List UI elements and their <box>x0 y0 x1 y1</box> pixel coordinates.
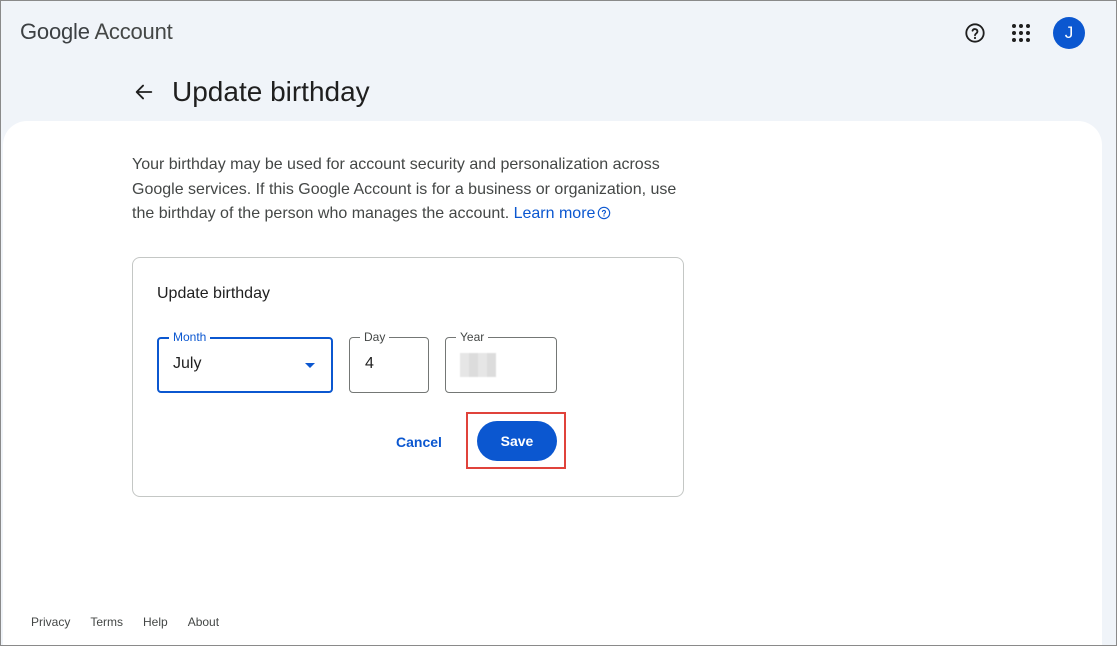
page-title: Update birthday <box>172 76 370 107</box>
description: Your birthday may be used for account se… <box>132 153 692 227</box>
month-value: July <box>173 355 202 372</box>
footer-terms-link[interactable]: Terms <box>90 615 123 629</box>
footer-about-link[interactable]: About <box>188 615 219 629</box>
day-value: 4 <box>365 355 374 372</box>
month-select[interactable]: Month July <box>157 330 333 393</box>
dropdown-arrow-icon <box>305 363 315 368</box>
birthday-card: Update birthday Month July Day 4 Year Ca… <box>132 257 684 497</box>
cancel-button[interactable]: Cancel <box>383 422 455 462</box>
apps-icon <box>1012 24 1030 42</box>
month-label: Month <box>169 330 211 344</box>
year-redacted <box>460 353 496 377</box>
apps-button[interactable] <box>1009 21 1033 45</box>
account-avatar[interactable]: J <box>1053 17 1085 49</box>
year-label: Year <box>456 330 489 344</box>
back-button[interactable] <box>132 80 156 104</box>
arrow-back-icon <box>135 84 153 100</box>
logo-account-text: Account <box>94 19 173 44</box>
main-content: Your birthday may be used for account se… <box>3 121 1102 645</box>
page-header: Update birthday <box>1 65 1116 121</box>
footer-help-link[interactable]: Help <box>143 615 168 629</box>
logo-google-text: Google <box>20 19 90 44</box>
learn-more-label: Learn more <box>513 205 596 222</box>
help-button[interactable] <box>963 21 987 45</box>
footer: Privacy Terms Help About <box>31 615 239 629</box>
day-label: Day <box>360 330 390 344</box>
day-input[interactable]: Day 4 <box>349 330 429 393</box>
save-button[interactable]: Save <box>477 421 557 461</box>
help-icon <box>965 23 985 43</box>
google-account-logo[interactable]: Google Account <box>20 19 173 45</box>
learn-more-link[interactable]: Learn more <box>514 205 612 222</box>
card-title: Update birthday <box>157 285 270 302</box>
info-icon <box>598 206 611 220</box>
footer-privacy-link[interactable]: Privacy <box>31 615 70 629</box>
top-bar: Google Account J <box>1 1 1116 65</box>
year-input[interactable]: Year <box>445 330 557 393</box>
